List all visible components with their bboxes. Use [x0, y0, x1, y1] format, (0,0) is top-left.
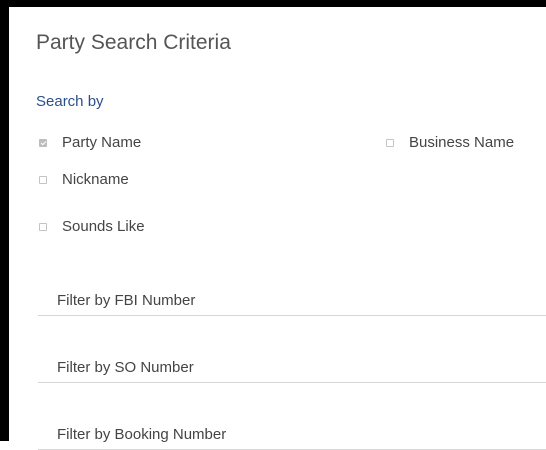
so-number-field[interactable] — [38, 322, 546, 383]
search-by-label: Search by — [36, 93, 104, 110]
business-name-checkbox-row[interactable]: Business Name — [386, 134, 514, 151]
fbi-number-input[interactable] — [57, 292, 527, 309]
nickname-checkbox-row[interactable]: Nickname — [39, 171, 129, 188]
party-name-label: Party Name — [62, 134, 142, 151]
so-number-input[interactable] — [57, 359, 527, 376]
party-name-checkbox[interactable] — [39, 138, 47, 147]
business-name-checkbox[interactable] — [386, 138, 394, 147]
party-name-checkbox-row[interactable]: Party Name — [39, 134, 141, 151]
fbi-number-field[interactable] — [38, 255, 546, 316]
sounds-like-checkbox[interactable] — [39, 222, 47, 231]
sounds-like-label: Sounds Like — [62, 218, 145, 235]
nickname-label: Nickname — [62, 171, 129, 188]
panel-title: Party Search Criteria — [36, 31, 231, 54]
business-name-label: Business Name — [409, 134, 515, 151]
booking-number-input[interactable] — [57, 426, 527, 443]
search-criteria-panel: Party Search Criteria Search by Party Na… — [0, 0, 546, 450]
nickname-checkbox[interactable] — [39, 175, 47, 184]
sounds-like-checkbox-row[interactable]: Sounds Like — [39, 218, 145, 235]
